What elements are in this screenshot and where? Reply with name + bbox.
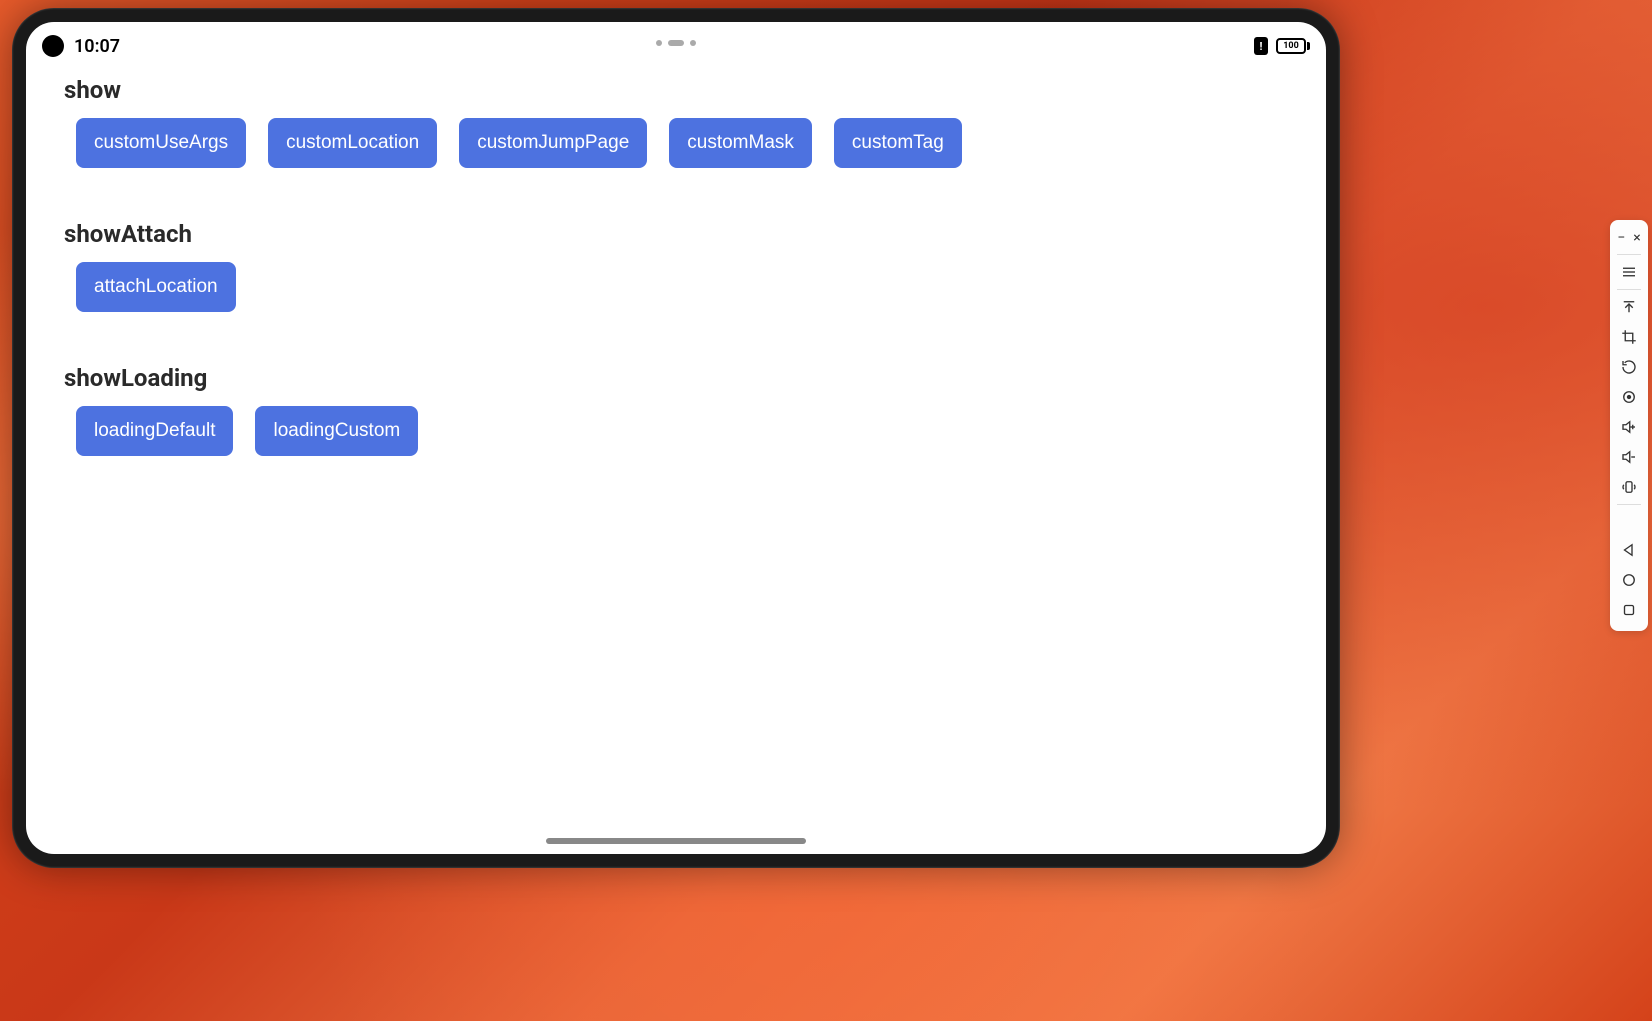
notch-indicator <box>656 40 696 46</box>
panel-window-controls: − × <box>1610 226 1648 252</box>
custom-use-args-button[interactable]: customUseArgs <box>76 118 246 168</box>
app-content: show customUseArgs customLocation custom… <box>26 64 1326 520</box>
tablet-frame: 10:07 ! 100 show customUseArgs <box>12 8 1340 868</box>
button-row: attachLocation <box>64 262 1288 312</box>
location-icon[interactable] <box>1614 382 1644 412</box>
home-indicator[interactable] <box>546 838 806 844</box>
home-icon[interactable] <box>1614 565 1644 595</box>
custom-tag-button[interactable]: customTag <box>834 118 962 168</box>
battery-icon: 100 <box>1276 38 1310 54</box>
upload-icon[interactable] <box>1614 292 1644 322</box>
volume-down-icon[interactable] <box>1614 442 1644 472</box>
status-right: ! 100 <box>1254 37 1310 55</box>
section-show-attach: showAttach attachLocation <box>64 220 1288 312</box>
divider <box>1617 504 1641 505</box>
loading-custom-button[interactable]: loadingCustom <box>255 406 418 456</box>
button-row: loadingDefault loadingCustom <box>64 406 1288 456</box>
divider <box>1617 254 1641 255</box>
rotate-icon[interactable] <box>1614 352 1644 382</box>
minimize-icon[interactable]: − <box>1617 230 1625 246</box>
overview-icon[interactable] <box>1614 595 1644 625</box>
section-show-loading: showLoading loadingDefault loadingCustom <box>64 364 1288 456</box>
camera-icon <box>42 35 64 57</box>
menu-icon[interactable] <box>1614 257 1644 287</box>
section-title: showLoading <box>64 364 1288 392</box>
shake-icon[interactable] <box>1614 472 1644 502</box>
divider <box>1617 289 1641 290</box>
loading-default-button[interactable]: loadingDefault <box>76 406 233 456</box>
section-show: show customUseArgs customLocation custom… <box>64 76 1288 168</box>
status-bar: 10:07 ! 100 <box>26 22 1326 64</box>
button-row: customUseArgs customLocation customJumpP… <box>64 118 1288 168</box>
clock-text: 10:07 <box>74 36 120 57</box>
attach-location-button[interactable]: attachLocation <box>76 262 236 312</box>
custom-mask-button[interactable]: customMask <box>669 118 812 168</box>
battery-level: 100 <box>1276 38 1306 54</box>
back-icon[interactable] <box>1614 535 1644 565</box>
custom-jump-page-button[interactable]: customJumpPage <box>459 118 647 168</box>
section-title: showAttach <box>64 220 1288 248</box>
close-icon[interactable]: × <box>1633 230 1640 246</box>
status-left: 10:07 <box>42 35 120 57</box>
custom-location-button[interactable]: customLocation <box>268 118 437 168</box>
tablet-screen: 10:07 ! 100 show customUseArgs <box>26 22 1326 854</box>
section-title: show <box>64 76 1288 104</box>
volume-up-icon[interactable] <box>1614 412 1644 442</box>
alert-icon: ! <box>1254 37 1268 55</box>
emulator-side-panel: − × <box>1610 220 1648 631</box>
crop-icon[interactable] <box>1614 322 1644 352</box>
